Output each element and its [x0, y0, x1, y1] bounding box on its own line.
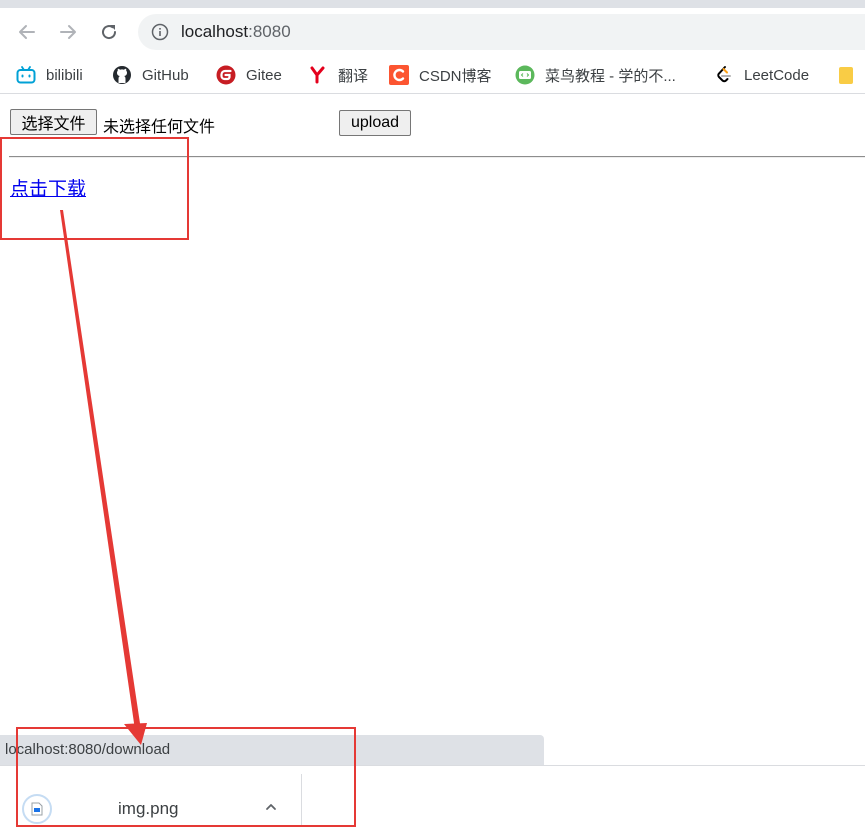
address-url: localhost:8080	[181, 23, 291, 41]
leetcode-icon	[714, 65, 734, 85]
bookmark-label: 菜鸟教程 - 学的不...	[545, 67, 676, 85]
bookmark-gitee[interactable]: Gitee	[216, 64, 282, 86]
reload-icon	[102, 25, 117, 40]
choose-file-button[interactable]: 选择文件	[10, 109, 97, 135]
annotation-box-download	[16, 727, 356, 827]
github-icon	[112, 65, 132, 85]
no-file-chosen-text: 未选择任何文件	[103, 119, 216, 136]
bilibili-icon	[16, 65, 36, 85]
bookmark-csdn[interactable]: CSDN博客	[389, 64, 492, 86]
tab-strip	[0, 0, 865, 8]
reload-button[interactable]	[95, 18, 123, 46]
bookmark-github[interactable]: GitHub	[112, 64, 189, 86]
bookmark-youdao[interactable]: 翻译	[308, 64, 368, 86]
bookmark-label: GitHub	[142, 66, 189, 84]
bookmarks-bar: bilibili GitHub Gitee 翻译 CSDN博客 菜鸟教程 - 学…	[0, 56, 865, 94]
folder-icon	[836, 65, 856, 85]
site-info-icon[interactable]	[151, 23, 169, 46]
bookmark-leetcode[interactable]: LeetCode	[714, 64, 809, 86]
bookmark-label: 翻译	[338, 67, 369, 85]
bookmark-label: bilibili	[46, 66, 83, 84]
browser-toolbar: localhost:8080	[0, 8, 865, 56]
address-bar[interactable]: localhost:8080	[138, 14, 865, 50]
forward-button[interactable]	[54, 18, 82, 46]
gitee-icon	[216, 65, 236, 85]
upload-button[interactable]: upload	[339, 110, 411, 136]
runoob-icon	[515, 65, 535, 85]
url-port: :8080	[248, 22, 291, 41]
bookmark-folder[interactable]	[836, 64, 865, 86]
bookmark-label: CSDN博客	[419, 67, 492, 85]
bookmark-label: LeetCode	[744, 66, 810, 84]
back-button[interactable]	[13, 18, 41, 46]
bookmark-bilibili[interactable]: bilibili	[16, 64, 83, 86]
bookmark-label: Gitee	[246, 66, 282, 84]
back-arrow-icon	[19, 25, 35, 39]
forward-arrow-icon	[60, 25, 76, 39]
url-host: localhost	[181, 22, 249, 41]
annotation-box-link	[0, 137, 189, 240]
csdn-icon	[389, 65, 409, 85]
youdao-icon	[308, 65, 328, 85]
bookmark-runoob[interactable]: 菜鸟教程 - 学的不...	[515, 64, 676, 86]
